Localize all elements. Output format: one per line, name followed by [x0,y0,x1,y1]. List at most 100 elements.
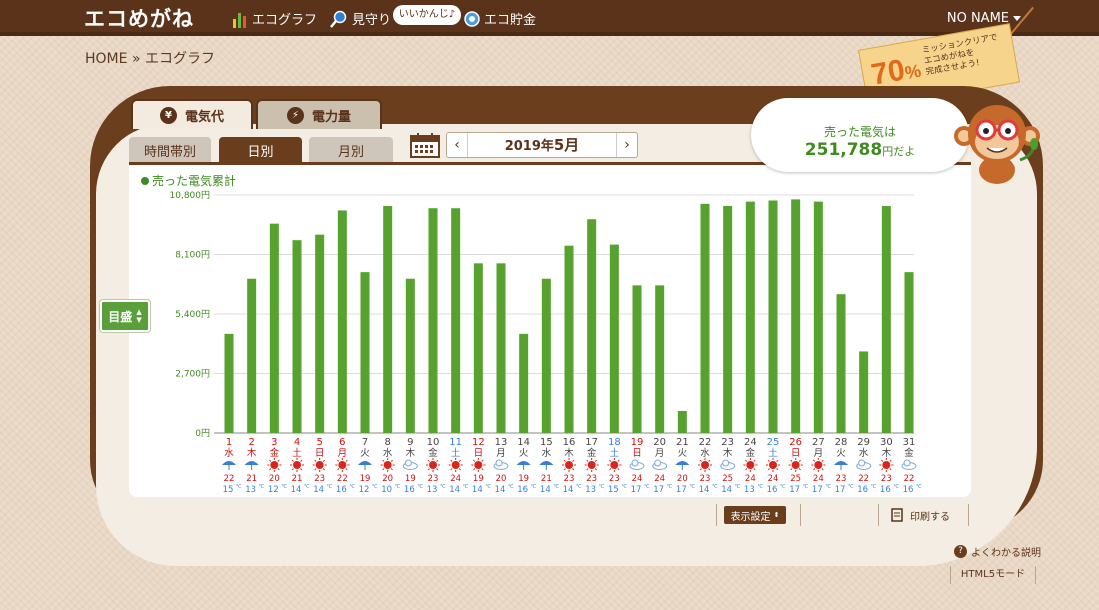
temp-unit: ℃ [304,484,310,490]
sun-ray [708,468,711,471]
app-logo[interactable]: エコめがね [84,3,194,33]
status-bubble: いいかんじ♪ [393,5,461,25]
sun-icon [565,461,573,469]
breadcrumb-home[interactable]: HOME [85,51,127,67]
temp-unit: ℃ [508,484,514,490]
sun-ray [277,459,280,462]
next-month-button[interactable]: › [617,137,637,153]
nav-eco-savings[interactable]: エコ貯金 [464,9,536,28]
chart-bar [700,203,710,433]
prev-month-button[interactable]: ‹ [447,137,467,153]
x-tick-weekday: 土 [292,447,302,459]
nav-mimamori[interactable]: 見守り [330,9,391,28]
chart-bar [745,201,755,433]
chart-bar [473,263,483,433]
sun-ray [458,459,461,462]
sun-ray [427,468,430,471]
breadcrumb: HOME » エコグラフ [85,48,215,68]
sun-ray [481,468,484,471]
goal-button[interactable]: 目盛 ▲ ▼ [100,300,150,332]
year-label: 2019年 [504,139,554,154]
temp-low: 13 [585,485,596,495]
x-tick-weekday: 木 [882,447,892,459]
temp-high: 21 [541,474,552,484]
x-tick-day: 2 [248,437,254,448]
chart-bar [655,285,665,433]
monkey-mascot-icon [954,105,1040,184]
sun-icon [429,461,437,469]
print-button[interactable]: 印刷する [890,506,950,524]
chart-bar [859,351,869,433]
sun-ray [753,459,756,462]
temp-low: 14 [540,485,551,495]
x-tick-weekday: 月 [496,448,506,459]
tab-power-amount[interactable]: ⚡ 電力量 [256,99,382,129]
sun-ray [776,468,779,471]
tab-hourly[interactable]: 時間帯別 [129,137,211,163]
temp-unit: ℃ [440,484,446,490]
temp-high: 24 [654,474,665,484]
temp-high: 24 [745,474,756,484]
tab-daily[interactable]: 日別 [219,137,302,163]
temp-unit: ℃ [644,484,650,490]
display-settings-button[interactable]: 表示設定 ⬍ [724,506,786,524]
temp-unit: ℃ [395,484,401,490]
sun-ray [481,459,484,462]
sun-icon [746,461,755,469]
chart-bar [247,278,257,433]
sun-ray [458,468,461,471]
sun-ray [269,468,272,471]
temp-low: 16 [767,485,778,495]
tab-monthly[interactable]: 月別 [309,137,393,163]
temp-low: 14 [699,485,710,495]
temp-unit: ℃ [463,484,469,490]
sun-ray [699,459,702,462]
x-tick-weekday: 土 [610,447,620,459]
temp-low: 16 [517,485,528,495]
sun-ray [473,468,476,471]
x-tick-weekday: 火 [360,448,370,459]
temp-low: 17 [676,485,687,495]
temp-unit: ℃ [825,484,831,490]
chart-bar [768,200,778,433]
divider [878,504,879,526]
temp-low: 13 [744,485,755,495]
temp-low: 12 [359,485,370,495]
temp-low: 17 [653,485,664,495]
breadcrumb-separator: » [131,51,141,67]
x-tick-day: 29 [857,437,870,448]
temp-low: 13 [427,485,438,495]
temp-low: 14 [721,485,732,495]
temp-unit: ℃ [871,484,877,490]
bar-chart: 0円2,700円5,400円8,100円10,800円1水2215 ℃2木2113… [170,190,923,495]
x-tick-day: 20 [653,437,666,448]
temp-unit: ℃ [576,484,582,490]
calendar-icon[interactable] [410,132,440,158]
magnifier-icon [330,10,347,28]
sun-ray [473,459,476,462]
temp-unit: ℃ [327,484,333,490]
x-tick-weekday: 日 [474,448,484,459]
umbrella-icon [358,461,372,465]
temp-high: 24 [632,474,643,484]
temp-unit: ℃ [417,484,423,490]
x-tick-weekday: 水 [700,447,710,459]
chart-bar [496,263,506,433]
html5-mode-button[interactable]: HTML5モード [950,566,1036,584]
sun-ray [798,459,801,462]
chart-bar [315,234,325,433]
temp-unit: ℃ [531,484,537,490]
cloud-puff [858,459,866,467]
sun-ray [881,459,884,462]
nav-eco-graph[interactable]: エコグラフ [232,9,317,28]
sun-icon [814,461,823,469]
sun-ray [300,468,303,471]
nav-eco-savings-label: エコ貯金 [484,13,537,28]
temp-unit: ℃ [916,484,922,490]
y-tick-label: 8,100円 [175,250,210,261]
x-tick-day: 10 [427,437,440,448]
help-link[interactable]: ? よくわかる説明 [954,544,1041,559]
tab-electricity-cost[interactable]: ¥ 電気代 [131,99,253,129]
x-tick-day: 23 [721,437,734,448]
temp-high: 23 [428,474,439,484]
